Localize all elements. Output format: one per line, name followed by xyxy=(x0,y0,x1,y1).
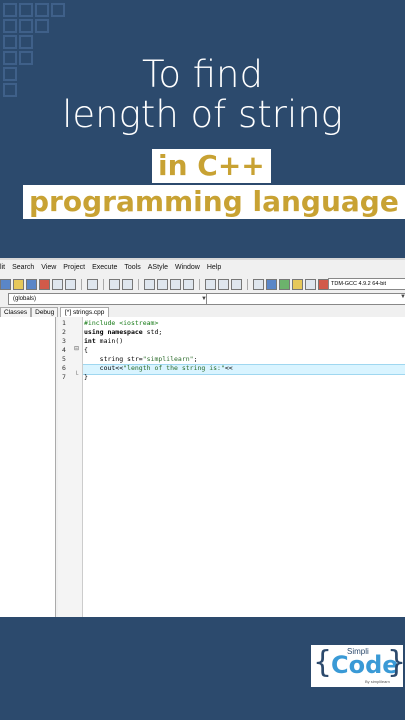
tab-classes[interactable]: Classes xyxy=(0,307,32,317)
preprocessor-directive: #include <iostream> xyxy=(84,319,159,327)
line-number: 1 xyxy=(62,319,66,327)
replace-icon[interactable] xyxy=(157,278,168,290)
fold-collapse-icon[interactable]: ⊟ xyxy=(74,345,79,352)
line-number: 3 xyxy=(62,337,66,345)
code-line-6: cout<<"length of the string is:"<< xyxy=(84,364,233,372)
toolbar-divider xyxy=(199,278,200,290)
keyword: int xyxy=(84,337,96,345)
side-panel-tabs: Classes Debug xyxy=(0,307,59,317)
line-number: 5 xyxy=(62,355,66,363)
keyword: using namespace xyxy=(84,328,143,336)
logo-open-brace: { xyxy=(313,645,333,680)
goto-icon[interactable] xyxy=(170,278,181,290)
check-icon[interactable] xyxy=(305,278,316,290)
line-number: 7 xyxy=(62,373,66,381)
open-file-icon[interactable] xyxy=(13,278,24,290)
tab-debug[interactable]: Debug xyxy=(31,307,59,317)
scope-value: (globals) xyxy=(13,296,37,302)
redo-icon[interactable] xyxy=(122,278,133,290)
code-line-4: { xyxy=(84,346,88,354)
hero-title-line2: length of string xyxy=(62,93,343,136)
find-icon[interactable] xyxy=(144,278,155,290)
menu-item-edit[interactable]: lit xyxy=(0,264,5,276)
code-text: << xyxy=(224,364,233,372)
scope-select[interactable]: (globals) ▼ xyxy=(8,293,209,305)
menu-item-project[interactable]: Project xyxy=(63,264,85,276)
chevron-down-icon: ▼ xyxy=(400,294,405,300)
rebuild-icon[interactable] xyxy=(292,278,303,290)
menu-bar: lit Search View Project Execute Tools AS… xyxy=(0,264,221,276)
toolbar-divider xyxy=(247,278,248,290)
menu-item-astyle[interactable]: AStyle xyxy=(148,264,168,276)
code-text: cout<< xyxy=(84,364,124,372)
hero-banner: To find length of string in C++ programm… xyxy=(0,0,405,258)
close-all-icon[interactable] xyxy=(65,278,76,290)
run-icon[interactable] xyxy=(266,278,277,290)
code-line-2: using namespace std; xyxy=(84,328,162,336)
code-text: } xyxy=(84,373,88,381)
hero-title-line1: To find xyxy=(142,53,263,96)
code-line-5: string str="simplilearn"; xyxy=(84,355,198,363)
code-text: std; xyxy=(142,328,163,336)
string-literal: "simplilearn" xyxy=(142,355,194,363)
close-file-icon[interactable] xyxy=(52,278,63,290)
code-text: string str= xyxy=(84,355,143,363)
menu-item-help[interactable]: Help xyxy=(207,264,221,276)
code-text: main() xyxy=(95,337,124,345)
menu-item-view[interactable]: View xyxy=(41,264,56,276)
compile-run-icon[interactable] xyxy=(279,278,290,290)
save-icon[interactable] xyxy=(26,278,37,290)
class-browser-panel[interactable] xyxy=(0,317,56,617)
simplicode-logo: { Simpli Code } By simplilearn xyxy=(311,645,405,687)
logo-byline: By simplilearn xyxy=(365,679,390,684)
unindent-icon[interactable] xyxy=(218,278,229,290)
new-file-icon[interactable] xyxy=(0,278,11,290)
code-text: { xyxy=(84,346,88,354)
print-icon[interactable] xyxy=(87,278,98,290)
toolbar-divider xyxy=(81,278,82,290)
undo-icon[interactable] xyxy=(109,278,120,290)
menu-item-window[interactable]: Window xyxy=(175,264,200,276)
hero-highlight-language: programming language xyxy=(23,185,405,219)
hero-highlight-cpp: in C++ xyxy=(152,149,271,183)
line-number: 2 xyxy=(62,328,66,336)
compile-icon[interactable] xyxy=(253,278,264,290)
member-select[interactable]: ▼ xyxy=(206,293,405,305)
string-literal: "length of the string is:" xyxy=(123,364,225,372)
menu-item-search[interactable]: Search xyxy=(12,264,34,276)
scope-bar: (globals) ▼ ▼ xyxy=(0,293,405,305)
line-number: 6 xyxy=(62,364,66,372)
toggle-comment-icon[interactable] xyxy=(231,278,242,290)
ide-window: lit Search View Project Execute Tools AS… xyxy=(0,258,405,617)
goto-line-icon[interactable] xyxy=(183,278,194,290)
logo-close-brace: } xyxy=(387,645,405,680)
fold-end-icon: └ xyxy=(74,372,79,378)
code-text: ; xyxy=(193,355,198,363)
menu-item-tools[interactable]: Tools xyxy=(124,264,140,276)
line-number: 4 xyxy=(62,346,66,354)
indent-icon[interactable] xyxy=(205,278,216,290)
toolbar-divider xyxy=(138,278,139,290)
code-line-7: } xyxy=(84,373,88,381)
menu-item-execute[interactable]: Execute xyxy=(92,264,117,276)
save-all-icon[interactable] xyxy=(39,278,50,290)
toolbar-divider xyxy=(103,278,104,290)
code-line-3: int main() xyxy=(84,337,123,345)
code-line-1: #include <iostream> xyxy=(84,319,158,327)
compiler-select[interactable]: TDM-GCC 4.9.2 64-bit xyxy=(328,278,405,290)
